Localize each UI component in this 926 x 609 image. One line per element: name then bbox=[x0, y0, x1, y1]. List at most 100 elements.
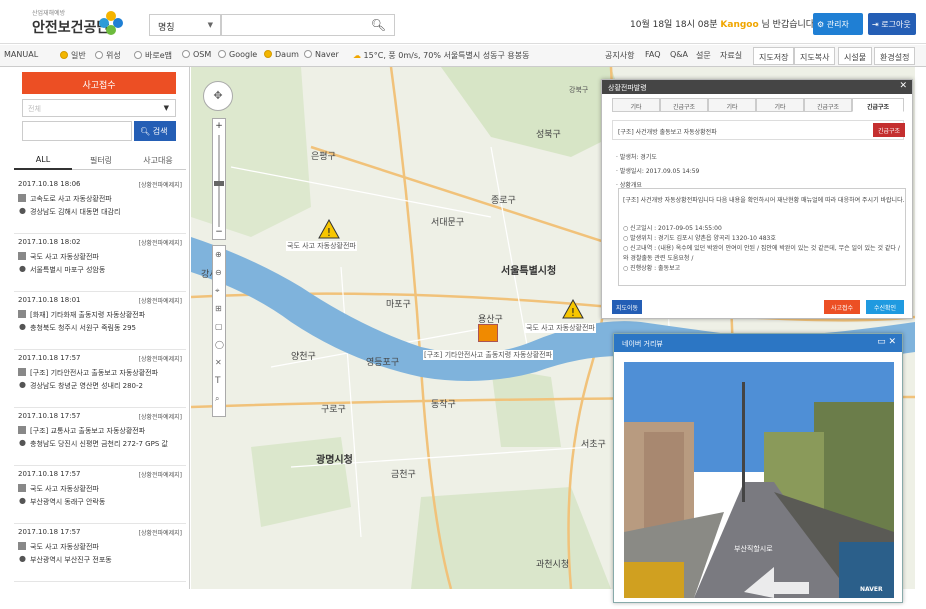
clear-icon[interactable]: ✕ bbox=[215, 358, 222, 367]
admin-button[interactable]: ⚙ 관리자 bbox=[813, 13, 863, 35]
dialog-tab[interactable]: 기타 bbox=[708, 98, 756, 112]
search-icon[interactable]: 🔍︎ bbox=[371, 18, 386, 32]
tab-all[interactable]: ALL bbox=[14, 150, 72, 170]
zoom-handle[interactable] bbox=[214, 181, 224, 186]
facility-button[interactable]: 시설물 bbox=[838, 47, 873, 65]
item-title: [구조] 교통사고 출동보고 자동상황전파 bbox=[30, 427, 146, 435]
chevron-down-icon: ▼ bbox=[207, 21, 213, 29]
zoom-out-area-icon[interactable]: ⊖ bbox=[215, 268, 222, 277]
radio-satellite[interactable]: 위성 bbox=[95, 50, 121, 61]
incident-list-item[interactable]: 2017.10.18 18:06 [상황전파예제지] 고속도로 사고 자동상황전파 ●… bbox=[14, 176, 186, 234]
item-date: 2017.10.18 17:57 bbox=[18, 528, 81, 536]
item-status: [상황전파예제지] bbox=[138, 530, 182, 537]
filter-select[interactable]: 전체 ▼ bbox=[22, 99, 176, 117]
window-controls[interactable]: ▭ ✕ bbox=[877, 337, 896, 347]
report-incident-button[interactable]: 사고접수 bbox=[22, 72, 176, 94]
incident-list-item[interactable]: 2017.10.18 18:02 [상황전파예제지] 국도 사고 자동상황전파 ● 서울… bbox=[14, 234, 186, 292]
radio-general[interactable]: 일반 bbox=[60, 50, 86, 61]
document-icon bbox=[18, 194, 26, 202]
mode-label[interactable]: MANUAL bbox=[4, 50, 38, 59]
pin-icon[interactable]: ⌖ bbox=[215, 286, 220, 296]
radio-google[interactable]: Google bbox=[218, 50, 257, 59]
area-icon[interactable]: ▢ bbox=[215, 322, 223, 331]
map-label: 마포구 bbox=[386, 300, 411, 310]
close-icon[interactable]: ✕ bbox=[899, 81, 907, 91]
receive-incident-button[interactable]: 사고접수 bbox=[824, 300, 860, 314]
link-qna[interactable]: Q&A bbox=[670, 50, 688, 59]
zoom-in-icon[interactable]: + bbox=[214, 121, 224, 131]
confirm-receipt-button[interactable]: 수신확인 bbox=[866, 300, 904, 314]
link-survey[interactable]: 설문 bbox=[696, 50, 711, 61]
admin-button-label: 관리자 bbox=[826, 20, 849, 29]
radio-osm[interactable]: OSM bbox=[182, 50, 211, 59]
item-status: [상황전파예제지] bbox=[138, 414, 182, 421]
radius-icon[interactable]: ◯ bbox=[215, 340, 224, 349]
link-notice[interactable]: 공지사항 bbox=[605, 50, 634, 61]
radio-naver[interactable]: Naver bbox=[304, 50, 339, 59]
dialog-body-line: ○ 발생위치 : 경기도 김포시 양촌읍 양곡리 1320-10 483호 bbox=[623, 235, 776, 242]
incident-list-item[interactable]: 2017.10.18 17:57 [상황전파예제지] [구조] 기타안전사고 출동보… bbox=[14, 350, 186, 408]
street-scene bbox=[624, 362, 894, 598]
link-faq[interactable]: FAQ bbox=[645, 50, 661, 59]
incident-label[interactable]: 국도 사고 자동상황전파 bbox=[286, 241, 357, 251]
map-label: 과천시청 bbox=[536, 560, 570, 570]
distance-icon[interactable]: ⊞ bbox=[215, 304, 222, 313]
tab-response[interactable]: 사고대응 bbox=[130, 150, 186, 170]
search-input[interactable]: 🔍︎ bbox=[221, 14, 395, 36]
filter-search-button[interactable]: 🔍︎ 검색 bbox=[134, 121, 176, 141]
radio-dot bbox=[182, 50, 190, 58]
settings-button[interactable]: 환경설정 bbox=[874, 47, 916, 65]
incident-list-item[interactable]: 2017.10.18 18:01 [상황전파예제지] [화재] 기타화재 출동지령 … bbox=[14, 292, 186, 350]
radio-dot bbox=[264, 50, 272, 58]
map-pan-control[interactable]: ✥ bbox=[203, 81, 233, 111]
text-icon[interactable]: T bbox=[215, 376, 221, 386]
radio-daum[interactable]: Daum bbox=[264, 50, 299, 59]
incident-list-item[interactable]: 2017.10.18 17:57 [상황전파예제지] 국도 사고 자동상황전파 ● 부산… bbox=[14, 524, 186, 582]
zoom-area-icon[interactable]: ⊕ bbox=[215, 250, 222, 259]
warning-icon[interactable]: ! bbox=[562, 299, 584, 319]
filter-select-value: 전체 bbox=[28, 105, 41, 113]
dialog-title: 상황전파발령 bbox=[608, 84, 647, 92]
zoom-out-icon[interactable]: − bbox=[214, 227, 224, 237]
map-save-button[interactable]: 지도저장 bbox=[753, 47, 795, 65]
dialog-tab[interactable]: 기타 bbox=[756, 98, 804, 112]
map-move-button[interactable]: 지도이동 bbox=[612, 300, 642, 314]
dialog-body-line: ○ 신고일시 : 2017-09-05 14:55:00 bbox=[623, 225, 722, 232]
fire-truck-icon[interactable] bbox=[478, 324, 498, 342]
logout-button[interactable]: ⇥ 로그아웃 bbox=[868, 13, 916, 35]
header-bar: 산업재해예방 안전보건공단 명칭 ▼ 🔍︎ 10월 18일 18시 08분 Ka… bbox=[0, 0, 926, 44]
tab-filtering[interactable]: 필터링 bbox=[72, 150, 130, 170]
incident-label[interactable]: 국도 사고 자동상황전파 bbox=[525, 323, 596, 333]
incident-list-item[interactable]: 2017.10.18 17:57 [상황전파예제지] 국도 사고 자동상황전파 ● 부산… bbox=[14, 466, 186, 524]
logo-mark-icon bbox=[99, 11, 123, 35]
dialog-tab[interactable]: 기타 bbox=[612, 98, 660, 112]
status-badge: 긴급구조 bbox=[873, 123, 905, 137]
street-photo[interactable]: 부산직할시로 NAVER bbox=[624, 362, 894, 598]
document-icon bbox=[18, 368, 26, 376]
radio-baroemap[interactable]: 바로e맵 bbox=[134, 50, 172, 61]
radio-dot bbox=[95, 51, 103, 59]
radio-dot bbox=[134, 51, 142, 59]
dialog-tab[interactable]: 긴급구조 bbox=[804, 98, 852, 112]
search-icon[interactable]: ⌕ bbox=[215, 394, 219, 404]
kosha-logo[interactable]: 산업재해예방 안전보건공단 bbox=[22, 8, 132, 38]
dialog-body-line: [구조] 사건개방 자동상황전파입니다 다음 내용을 확인하시어 재난현황 매뉴… bbox=[623, 197, 905, 204]
dialog-tab[interactable]: 긴급구조 bbox=[660, 98, 708, 112]
naver-logo: NAVER bbox=[860, 586, 883, 593]
location-pin-icon: ● bbox=[19, 322, 26, 331]
link-library[interactable]: 자료실 bbox=[720, 50, 742, 61]
svg-text:!: ! bbox=[327, 226, 331, 239]
map-label: 서초구 bbox=[581, 440, 606, 450]
map-copy-button[interactable]: 지도복사 bbox=[794, 47, 836, 65]
search-category-select[interactable]: 명칭 ▼ bbox=[149, 14, 221, 36]
item-date: 2017.10.18 17:57 bbox=[18, 470, 81, 478]
greeting-time: 10월 18일 18시 08분 bbox=[630, 20, 718, 30]
radio-label: OSM bbox=[193, 50, 212, 59]
filter-search-input[interactable] bbox=[22, 121, 132, 141]
dialog-tab-active[interactable]: 긴급구조 bbox=[852, 98, 904, 112]
incident-label[interactable]: [구조] 기타안전사고 출동지령 자동상황전파 bbox=[423, 350, 554, 360]
warning-icon[interactable]: ! bbox=[318, 219, 340, 239]
zoom-slider[interactable]: + − bbox=[212, 118, 226, 240]
document-icon bbox=[18, 426, 26, 434]
incident-list-item[interactable]: 2017.10.18 17:57 [상황전파예제지] [구조] 교통사고 출동보고 … bbox=[14, 408, 186, 466]
